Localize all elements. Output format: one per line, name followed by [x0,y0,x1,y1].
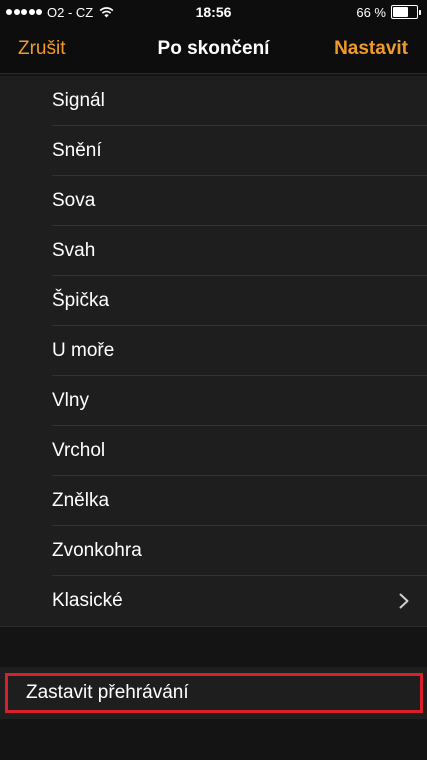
tone-item-vrchol[interactable]: Vrchol [0,426,427,476]
tone-item-u-more[interactable]: U moře [0,326,427,376]
tone-item-svah[interactable]: Svah [0,226,427,276]
tone-item-spicka[interactable]: Špička [0,276,427,326]
tone-label: Špička [52,290,110,311]
battery-fill [393,7,408,17]
stop-playback-item[interactable]: Zastavit přehrávání [0,667,427,719]
tone-item-signal[interactable]: Signál [0,76,427,126]
tone-item-zvonkohra[interactable]: Zvonkohra [0,526,427,576]
tone-label: Vrchol [52,440,106,461]
battery-body [391,5,418,19]
tone-label: Sova [52,190,96,211]
tone-label: Znělka [52,490,110,511]
tone-label: Klasické [52,590,123,611]
bottom-area [0,719,427,760]
stop-playback-label: Zastavit přehrávání [26,682,189,703]
tone-label: Snění [52,140,102,161]
set-button[interactable]: Nastavit [334,24,408,73]
status-bar: O2 - CZ 18:56 66 % [0,0,427,24]
tone-label: U moře [52,340,115,361]
tone-item-sova[interactable]: Sova [0,176,427,226]
tone-item-klasicke[interactable]: Klasické [0,576,427,626]
status-right: 66 % [356,0,421,24]
battery-icon [391,5,421,19]
tone-label: Vlny [52,390,89,411]
nav-bar: Zrušit Po skončení Nastavit [0,24,427,74]
tone-label: Signál [52,90,105,111]
tone-label: Svah [52,240,96,261]
tone-item-vlny[interactable]: Vlny [0,376,427,426]
tone-item-znelka[interactable]: Znělka [0,476,427,526]
tone-item-sneni[interactable]: Snění [0,126,427,176]
battery-tip [419,9,421,15]
section-gap [0,626,427,667]
chevron-right-icon [399,593,409,609]
tone-list: Signál Snění Sova Svah Špička U moře Vln… [0,76,427,626]
tone-label: Zvonkohra [52,540,142,561]
battery-percent: 66 % [356,4,386,20]
